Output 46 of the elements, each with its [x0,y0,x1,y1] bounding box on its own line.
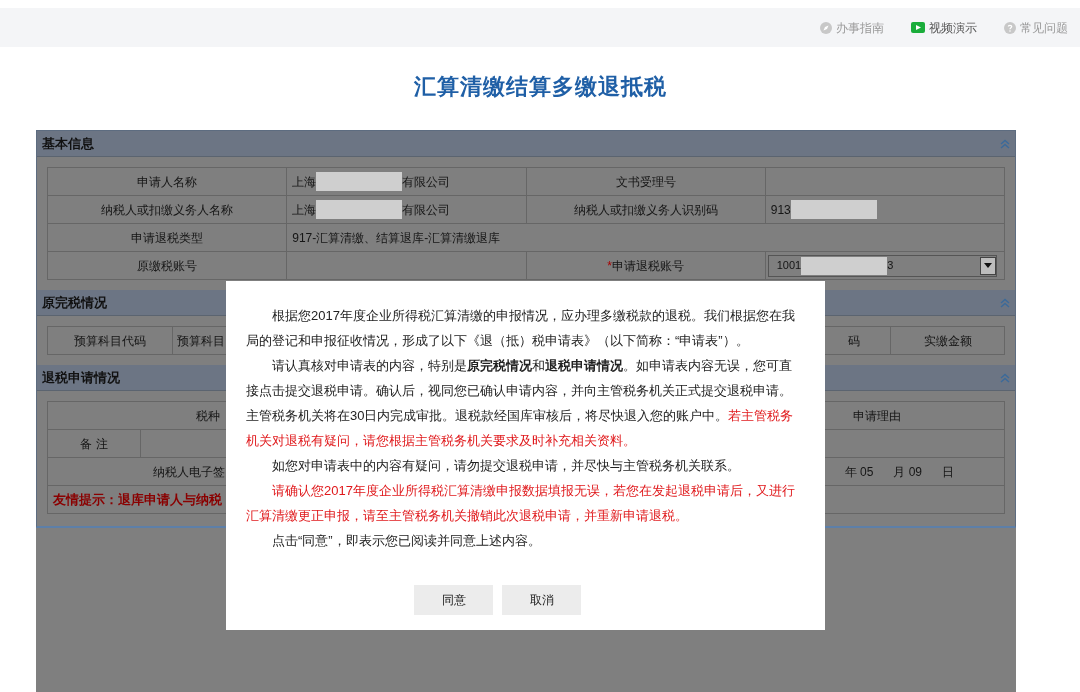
collapse-icon[interactable] [1000,297,1010,308]
date-part: 年 05 [844,463,874,481]
collapse-icon[interactable] [1000,138,1010,149]
field-label: 申请人名称 [137,173,198,191]
field-value: 有限公司 [402,173,451,191]
dialog-paragraph: 请认真核对申请表的内容，特别是原完税情况和退税申请情况。如申请表内容无误，您可直接点击提交退税申请。确认后，视同您已确认申请内容，并向主管税务机关正式提交退税申请。主管税务机关将在30日内完成审批。退税款经国库审核后，将尽快退入您的账户中。若主管税务机关对退税有疑问，请您根据主管税务机关要求及时补充相关资料。 [246,357,795,450]
field-value: 上海 [292,173,317,191]
date-part: 日 [942,463,954,481]
column-header: 税种 [195,407,220,425]
field-value: 917-汇算清缴、结算退库-汇算清缴退库 [292,229,501,247]
date-part: 月 09 [893,463,922,481]
dialog-paragraph: 点击“同意”，即表示您已阅读并同意上述内容。 [271,532,542,550]
field-label: 纳税人或扣缴义务人名称 [101,201,234,219]
column-header: 码 [848,332,860,350]
column-header: 实缴金额 [923,332,972,350]
compass-icon [820,21,832,34]
field-value: 913 [770,201,791,219]
collapse-icon[interactable] [1000,372,1010,383]
dialog-button[interactable]: 同意 [414,585,493,615]
dialog-paragraph: 如您对申请表中的内容有疑问，请勿提交退税申请，并尽快与主管税务机关联系。 [271,457,741,475]
field-value: 有限公司 [402,201,451,219]
dialog-paragraph: 根据您2017年度企业所得税汇算清缴的申报情况，应办理多缴税款的退税。我们根据您在我局的登记和申报征收情况，形成了以下《退（抵）税申请表》（以下简称：“申请表”）。 [246,307,796,350]
top-link[interactable]: 视频演示 [911,18,977,37]
required-marker: * [607,257,612,275]
page-title: 汇算清缴结算多缴退抵税 [413,73,667,100]
field-label: 申请退税类型 [131,229,204,247]
field-label: 备 注 [80,435,108,453]
dropdown-caret-icon [983,263,992,268]
help-icon [1004,21,1016,34]
account-select[interactable]: 1001 3 [767,254,997,277]
column-header: 预算科目 [177,332,225,350]
dialog-button[interactable]: 取消 [502,585,581,615]
section-title: 退税申请情况 [42,368,120,387]
field-label: 纳税人电子签 [153,463,225,481]
field-label: 原缴税账号 [137,257,198,275]
dialog-paragraph: 请确认您2017年度企业所得税汇算清缴申报数据填报无误，若您在发起退税申请后，又进行汇算清缴更正申报，请至主管税务机关撤销此次退税申请，并重新申请退税。 [246,482,796,525]
column-header: 申请理由 [853,407,901,425]
section-title: 原完税情况 [42,293,107,312]
field-label: 纳税人或扣缴义务人识别码 [573,201,718,219]
field-label: 申请退税账号 [611,257,684,275]
field-value: 上海 [292,201,317,219]
tip-text: 友情提示：退库申请人与纳税 [53,490,222,509]
column-header: 预算科目代码 [74,332,146,350]
play-icon [911,22,925,33]
section-title: 基本信息 [42,134,94,153]
field-label: 文书受理号 [615,173,676,191]
